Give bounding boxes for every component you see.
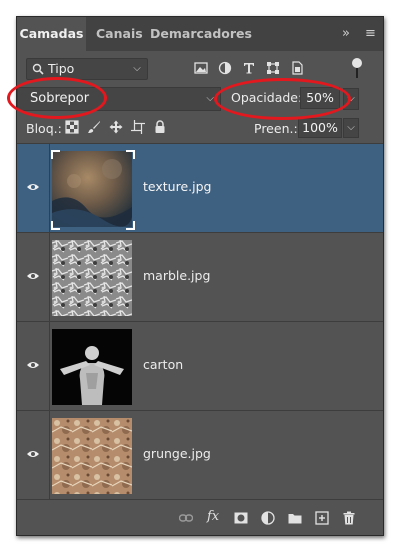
lock-all-icon[interactable]	[153, 120, 167, 134]
filter-kind-label: Tipo	[48, 61, 75, 76]
lock-position-icon[interactable]	[109, 120, 123, 134]
layer-row[interactable]: carton	[17, 322, 383, 411]
filter-toggle[interactable]	[352, 58, 362, 80]
tab-demarcadores[interactable]: Demarcadores	[150, 17, 252, 51]
layers-panel: Camadas Canais Demarcadores » ≡ Tipo ⌵ S…	[7, 16, 384, 536]
layer-thumbnail	[52, 151, 132, 227]
layer-thumbnail	[52, 329, 132, 405]
opacity-label: Opacidade:	[231, 90, 303, 105]
layers-list: texture.jpg marble.jpg carton grunge.jpg	[17, 143, 383, 502]
selection-corner	[126, 150, 135, 159]
eye-icon[interactable]	[26, 449, 40, 459]
fx-icon[interactable]: fx	[207, 509, 221, 524]
type-filter-icon[interactable]	[241, 60, 257, 76]
panel-menu-icon[interactable]: ≡	[365, 17, 376, 51]
lock-label: Bloq.:	[26, 121, 62, 136]
layer-thumbnail	[52, 240, 132, 316]
pixel-filter-icon[interactable]	[193, 60, 209, 76]
new-group-icon[interactable]	[288, 511, 302, 525]
lock-artboard-icon[interactable]	[131, 120, 145, 134]
eye-icon[interactable]	[26, 271, 40, 281]
toggle-bar	[356, 68, 358, 78]
chevron-down-icon: ⌵	[206, 93, 214, 104]
visibility-cell[interactable]	[17, 411, 50, 499]
layer-name: texture.jpg	[143, 179, 212, 194]
tab-canais[interactable]: Canais	[96, 17, 143, 51]
link-layers-icon[interactable]	[179, 511, 193, 525]
fill-chevron-icon[interactable]: ⌵	[343, 118, 359, 138]
layer-name: grunge.jpg	[143, 446, 211, 461]
visibility-cell[interactable]	[17, 233, 50, 321]
smart-object-filter-icon[interactable]	[289, 60, 305, 76]
lock-transparent-icon[interactable]	[65, 120, 79, 134]
layer-row[interactable]: grunge.jpg	[17, 411, 383, 500]
opacity-input[interactable]: 50%	[300, 87, 340, 109]
tab-bar: Camadas Canais Demarcadores » ≡	[17, 17, 383, 51]
tab-camadas[interactable]: Camadas	[17, 17, 86, 51]
selection-corner	[126, 221, 135, 230]
shape-filter-icon[interactable]	[265, 60, 281, 76]
fill-label: Preen.:	[254, 121, 298, 136]
add-mask-icon[interactable]	[234, 511, 248, 525]
search-icon	[32, 63, 44, 75]
visibility-cell[interactable]	[17, 322, 50, 410]
eye-icon[interactable]	[26, 360, 40, 370]
selection-corner	[51, 150, 60, 159]
lock-paint-icon[interactable]	[87, 120, 101, 134]
delete-layer-icon[interactable]	[342, 511, 356, 525]
new-adjustment-icon[interactable]	[261, 511, 275, 525]
toggle-knob	[352, 58, 362, 68]
selection-corner	[51, 221, 60, 230]
blend-mode-value: Sobrepor	[30, 91, 90, 106]
layer-row[interactable]: marble.jpg	[17, 233, 383, 322]
layer-row[interactable]: texture.jpg	[17, 144, 383, 233]
blend-mode-select[interactable]: Sobrepor ⌵	[17, 87, 221, 111]
visibility-cell[interactable]	[17, 144, 50, 232]
chevron-down-icon: ⌵	[133, 63, 141, 74]
filter-kind-select[interactable]: Tipo ⌵	[26, 58, 148, 80]
layer-name: carton	[143, 357, 184, 372]
eye-icon[interactable]	[26, 182, 40, 192]
layer-name: marble.jpg	[143, 268, 211, 283]
layers-footer: fx	[17, 501, 383, 535]
fill-input[interactable]: 100%	[298, 118, 342, 138]
expand-icon[interactable]: »	[342, 17, 350, 51]
opacity-chevron-icon[interactable]: ⌵	[343, 88, 359, 110]
layer-thumbnail	[52, 418, 132, 494]
new-layer-icon[interactable]	[315, 511, 329, 525]
adjustment-filter-icon[interactable]	[217, 60, 233, 76]
